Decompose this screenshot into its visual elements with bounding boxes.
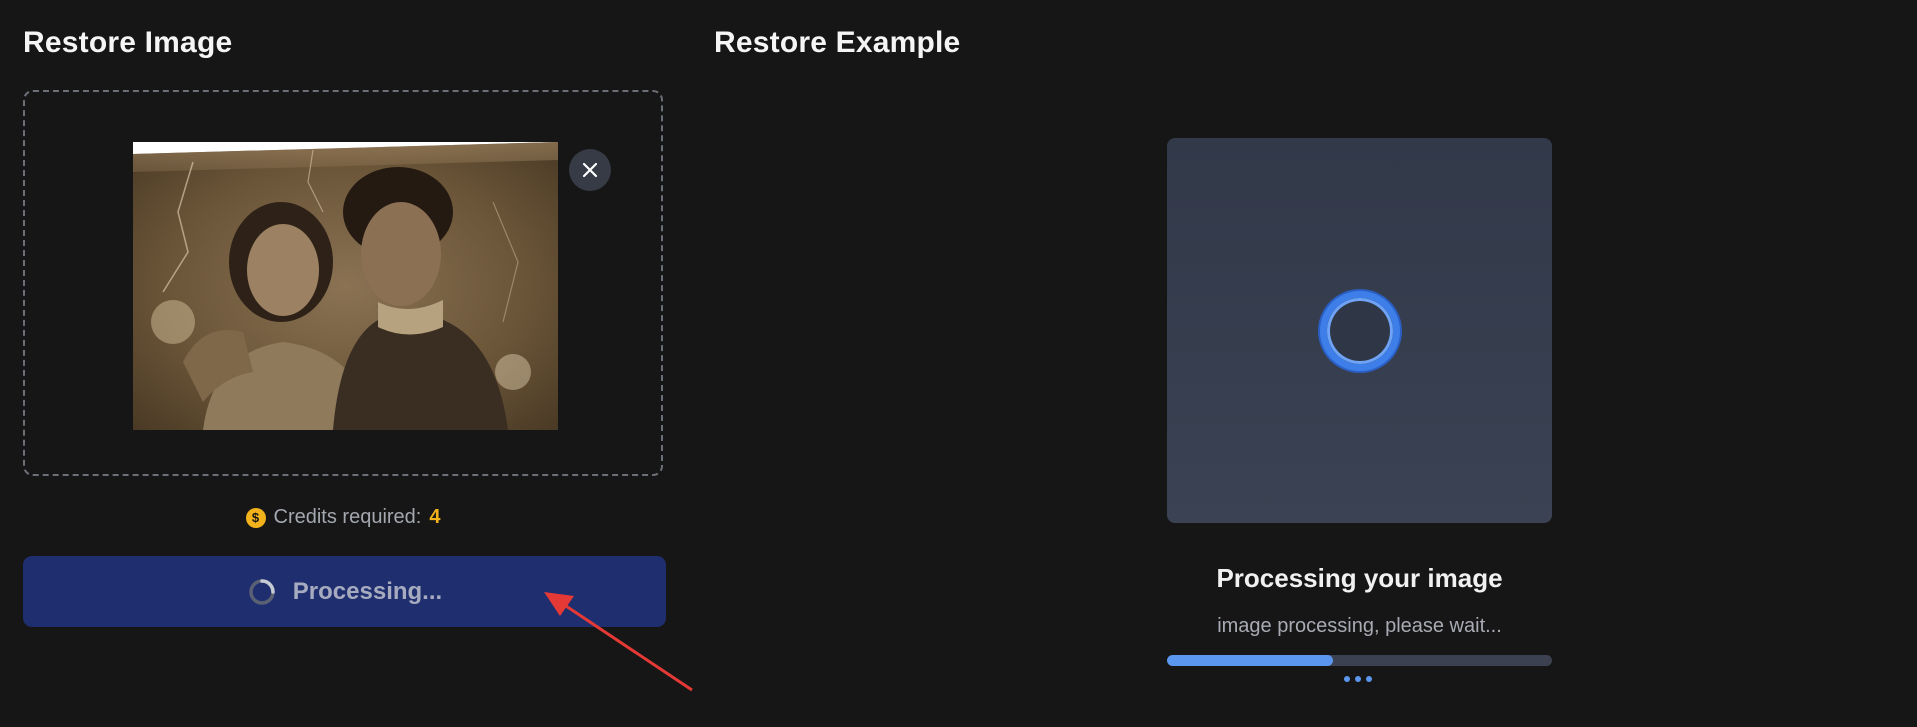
remove-image-button[interactable]: [569, 149, 611, 191]
vintage-photo-image: [133, 142, 558, 430]
loading-dots: [1344, 676, 1372, 682]
loading-ring-icon: [1319, 290, 1400, 371]
result-preview: [1167, 138, 1552, 523]
restore-image-heading: Restore Image: [23, 26, 233, 59]
coin-dollar-icon: $: [245, 507, 266, 528]
processing-subtitle: image processing, please wait...: [1217, 615, 1502, 637]
uploaded-photo: [133, 142, 558, 430]
credits-label: Credits required:: [273, 506, 422, 528]
credits-value: 4: [429, 506, 441, 528]
close-icon: [582, 162, 598, 178]
spinner-icon: [249, 578, 275, 605]
loading-dot: [1366, 676, 1372, 682]
progress-bar: [1167, 655, 1552, 666]
processing-title: Processing your image: [1216, 563, 1503, 593]
progress-bar-fill: [1167, 655, 1333, 666]
page: Restore Image Restore Example $ Credits …: [0, 0, 1917, 727]
credits-required: $ Credits required: 4: [23, 506, 663, 529]
restore-example-heading: Restore Example: [714, 26, 961, 59]
image-dropzone[interactable]: [23, 90, 663, 476]
process-button-label: Processing...: [292, 577, 443, 605]
annotation-arrow: [544, 592, 693, 692]
loading-dot: [1355, 676, 1361, 682]
loading-dot: [1344, 676, 1350, 682]
